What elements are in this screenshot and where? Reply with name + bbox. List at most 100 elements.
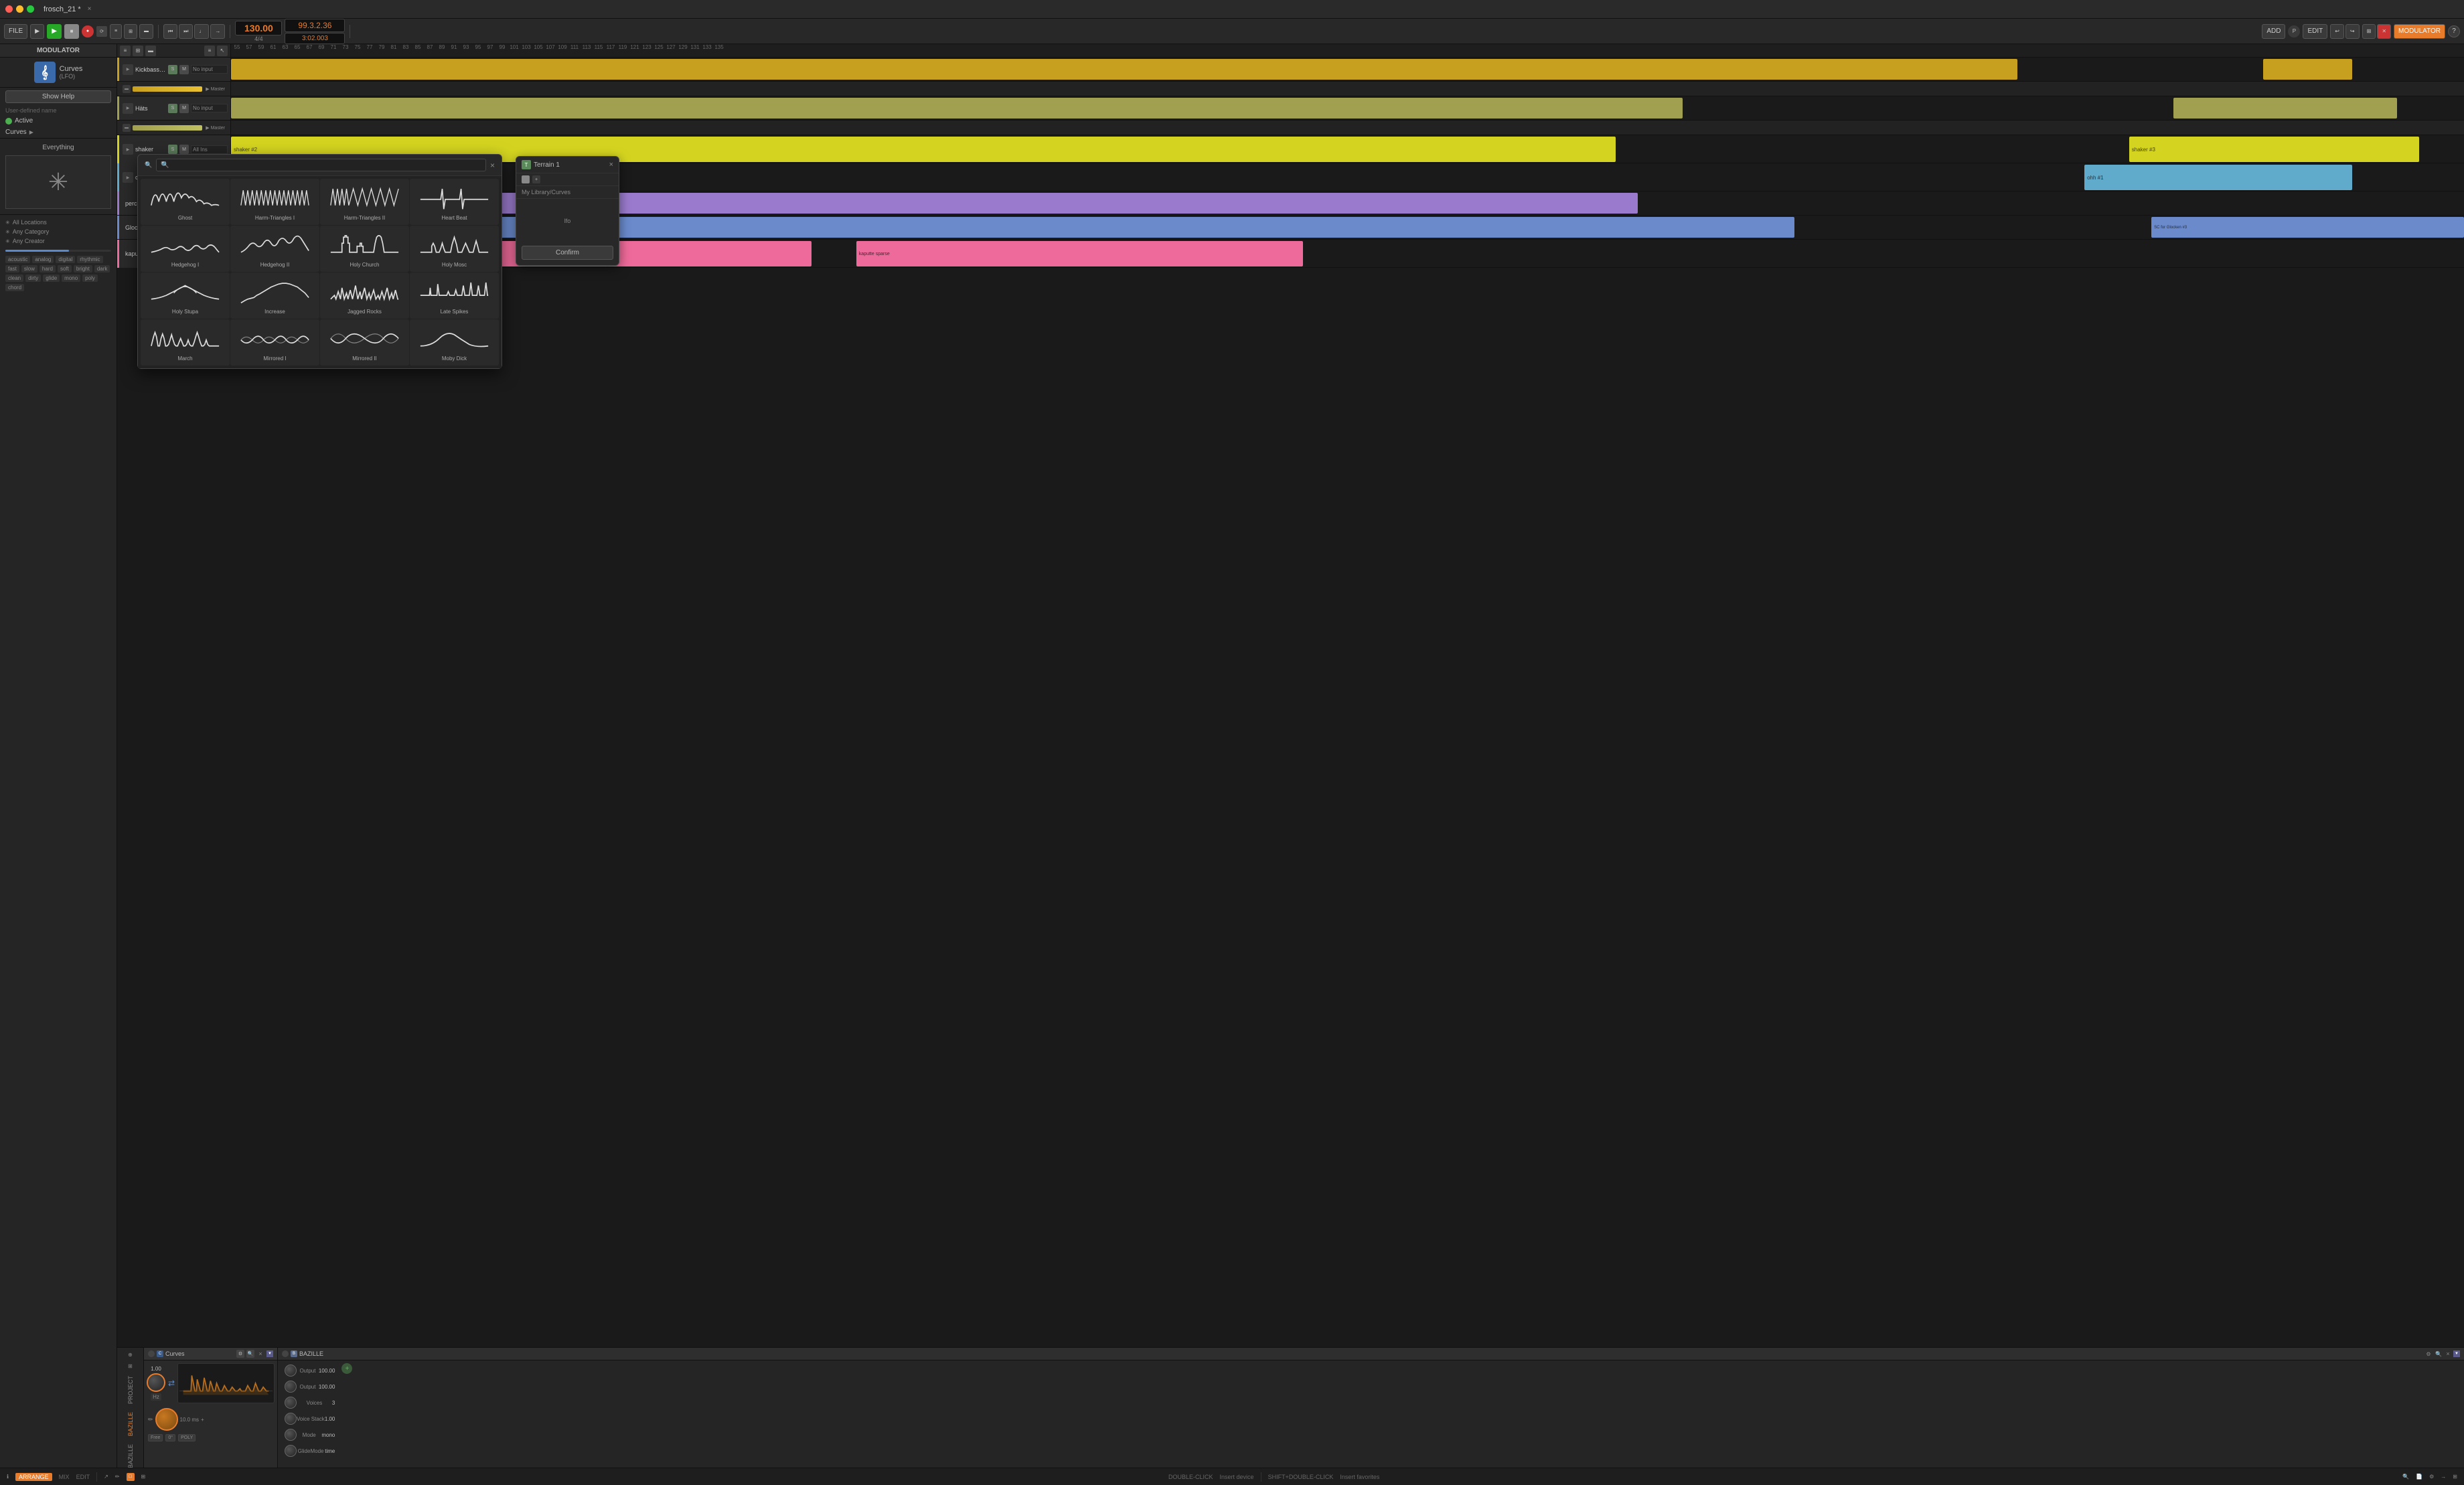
track-lane-hats[interactable] xyxy=(231,96,2464,120)
mode-btn-1[interactable]: ≡ xyxy=(110,24,122,39)
track-mute-shaker[interactable]: M xyxy=(179,145,189,154)
cp-close-btn[interactable]: × xyxy=(256,1350,264,1358)
play-button[interactable]: ▶ xyxy=(47,24,62,39)
curve-item-latespikes[interactable]: Late Spikes xyxy=(410,272,499,319)
bz-glidemode-knob[interactable] xyxy=(285,1445,297,1457)
curve-item-hedgehog2[interactable]: Hedgehog II xyxy=(230,226,319,272)
arrange-tab-btn[interactable]: ARRANGE xyxy=(15,1473,52,1481)
curve-item-mobydick[interactable]: Moby Dick xyxy=(410,319,499,366)
bz-mode-knob[interactable] xyxy=(285,1429,297,1441)
track-mute-hats[interactable]: M xyxy=(179,104,189,113)
bz-search-btn[interactable]: 🔍 xyxy=(2435,1350,2443,1358)
track-expand-shaker[interactable]: ▶ xyxy=(123,144,133,155)
tag-chord[interactable]: chord xyxy=(5,284,24,291)
help-button[interactable]: ? xyxy=(2448,25,2460,37)
rewind-button[interactable]: ⏮ xyxy=(163,24,177,39)
edit-button[interactable]: EDIT xyxy=(2303,24,2327,39)
tag-mono[interactable]: mono xyxy=(62,275,80,282)
copy-button[interactable]: ⊞ xyxy=(2362,24,2376,39)
record-button[interactable]: ● xyxy=(82,25,94,37)
track-clip-shaker-2[interactable]: shaker #3 xyxy=(2129,137,2420,162)
track-solo-hats[interactable]: S xyxy=(168,104,177,113)
punch-button[interactable]: P xyxy=(2288,25,2300,37)
play-label-button[interactable]: ▶ xyxy=(30,24,44,39)
terrain-panel[interactable]: T Terrain 1 × + My Library/Curves lfo Co… xyxy=(516,156,619,266)
cp-settings-btn[interactable]: ⚙ xyxy=(236,1350,244,1358)
metronome-button[interactable]: ♩ xyxy=(194,24,209,39)
tab-close[interactable]: × xyxy=(88,5,92,13)
cp-rate-knob[interactable] xyxy=(147,1373,165,1392)
track-expand[interactable]: ▶ xyxy=(123,64,133,75)
file-status-icon[interactable]: 📄 xyxy=(2416,1474,2422,1480)
bz-output-knob-1[interactable] xyxy=(285,1364,297,1377)
click-button[interactable]: → xyxy=(210,24,225,39)
cursor-btn[interactable]: ↖ xyxy=(217,46,228,56)
bp-icon2[interactable]: ⊞ xyxy=(127,1362,134,1371)
stop-button[interactable]: ■ xyxy=(64,24,79,39)
tag-slow[interactable]: slow xyxy=(21,265,37,272)
cp-expand-btn[interactable]: ▼ xyxy=(266,1350,273,1357)
track-clip-hats-2[interactable] xyxy=(2173,98,2397,119)
tag-dark[interactable]: dark xyxy=(94,265,110,272)
track-solo-shaker[interactable]: S xyxy=(168,145,177,154)
bp-tab-project[interactable]: PROJECT xyxy=(126,1373,135,1407)
position-display[interactable]: 99.3.2.36 xyxy=(285,19,345,32)
bp-icon1[interactable]: ⊕ xyxy=(127,1350,134,1359)
bz-expand-btn[interactable]: ▼ xyxy=(2453,1350,2460,1357)
terrain-path[interactable]: My Library/Curves xyxy=(516,186,619,199)
bz-voicestack-knob[interactable] xyxy=(285,1413,297,1425)
mode-btn-2[interactable]: ⊞ xyxy=(124,24,137,39)
settings-status-icon[interactable]: ⚙ xyxy=(2429,1474,2434,1480)
cp-main-knob[interactable] xyxy=(155,1408,178,1431)
grid-status-icon[interactable]: ⊞ xyxy=(2453,1474,2457,1480)
terrain-confirm-button[interactable]: Confirm xyxy=(522,246,613,260)
tag-analog[interactable]: analog xyxy=(32,256,54,263)
track-expand-hats[interactable]: ▶ xyxy=(123,103,133,114)
active-tool-icon[interactable]: □ xyxy=(127,1473,135,1481)
cp-free-btn[interactable]: Free xyxy=(148,1434,163,1441)
time-display[interactable]: 3:02.003 xyxy=(285,33,345,44)
cp-phase-btn[interactable]: ⇄ xyxy=(168,1379,175,1388)
list-view-btn[interactable]: ≡ xyxy=(120,46,131,56)
cp-pencil-icon[interactable]: ✏ xyxy=(148,1416,153,1423)
tag-poly[interactable]: poly xyxy=(82,275,98,282)
clear-button[interactable]: ✕ xyxy=(2377,24,2391,39)
status-info-icon[interactable]: ℹ xyxy=(7,1474,9,1480)
maximize-window-button[interactable] xyxy=(27,5,34,13)
tag-hard[interactable]: hard xyxy=(40,265,56,272)
cp-poly-btn[interactable]: POLY xyxy=(178,1434,196,1441)
tag-bright[interactable]: bright xyxy=(74,265,92,272)
curve-browser-search[interactable] xyxy=(156,159,486,171)
track-clip-glocken-2[interactable]: SC for Glocken #3 xyxy=(2151,217,2464,238)
show-help-button[interactable]: Show Help xyxy=(5,90,111,103)
curve-item-holymosc[interactable]: Holy Mosc xyxy=(410,226,499,272)
curve-browser-close[interactable]: × xyxy=(490,161,495,170)
curve-item-hedgehog1[interactable]: Hedgehog I xyxy=(141,226,230,272)
curve-item-march[interactable]: March xyxy=(141,319,230,366)
track-input-shaker[interactable]: All Ins xyxy=(191,145,228,154)
mode-btn-3[interactable]: ▬ xyxy=(139,24,153,39)
close-window-button[interactable] xyxy=(5,5,13,13)
track-mute-btn[interactable]: M xyxy=(179,65,189,74)
track-lane-kickbass[interactable] xyxy=(231,58,2464,81)
curve-item-increase[interactable]: Increase xyxy=(230,272,319,319)
forward-button[interactable]: ⏭ xyxy=(179,24,193,39)
track-clip-kickbass-1[interactable] xyxy=(231,59,2017,80)
file-button[interactable]: FILE xyxy=(4,24,27,39)
track-expand-ohh[interactable]: ▶ xyxy=(123,172,133,183)
terrain-close[interactable]: × xyxy=(609,161,613,169)
cp-power-btn[interactable] xyxy=(148,1350,155,1357)
bz-output-knob-2[interactable] xyxy=(285,1381,297,1393)
loop-button[interactable]: ⟳ xyxy=(96,26,107,37)
track-clip-kickbass-2[interactable] xyxy=(2263,59,2352,80)
track-input-hats[interactable]: No input xyxy=(191,104,228,112)
list-btn[interactable]: ≡ xyxy=(204,46,215,56)
tag-rhythmic[interactable]: rhythmic xyxy=(77,256,102,263)
cp-freq-label[interactable]: Hz xyxy=(151,1393,161,1401)
curve-item-harm-triangles-1[interactable]: Harm-Triangles I xyxy=(230,179,319,225)
curve-item-ghost[interactable]: Ghost xyxy=(141,179,230,225)
edit-tab[interactable]: EDIT xyxy=(76,1474,90,1480)
tag-dirty[interactable]: dirty xyxy=(25,275,41,282)
tag-digital[interactable]: digital xyxy=(56,256,75,263)
curve-browser[interactable]: 🔍 × Ghost Harm-Triangles I xyxy=(137,154,502,369)
